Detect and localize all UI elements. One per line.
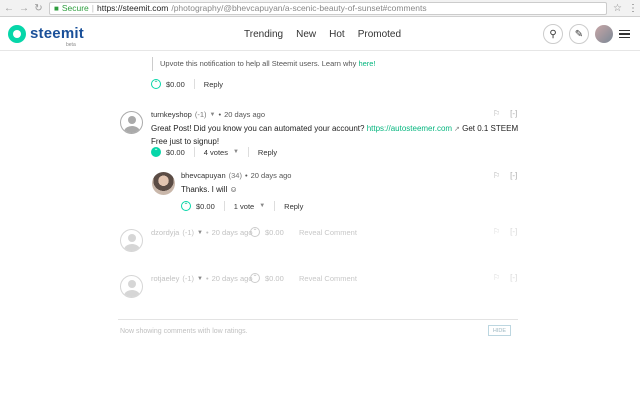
comment-tools: ⚐ [-] — [493, 273, 517, 282]
author-name[interactable]: dzordyja — [151, 228, 179, 237]
lock-icon: ■ — [54, 3, 59, 13]
pencil-icon[interactable]: ✎ — [569, 24, 589, 44]
bookmark-star-icon[interactable]: ☆ — [613, 3, 622, 14]
comment-body: Great Post! Did you know you can automat… — [151, 124, 519, 146]
notification-text: Upvote this notification to help all Ste… — [152, 57, 376, 71]
timestamp[interactable]: 20 days ago — [224, 110, 265, 119]
timestamp[interactable]: 20 days ago — [251, 171, 292, 180]
comment-header: turnkeyshop (-1) ▼ • 20 days ago — [151, 110, 265, 119]
main-nav: Trending New Hot Promoted — [244, 17, 401, 51]
reputation: (34) — [228, 171, 242, 180]
steemit-logo[interactable]: steemit — [8, 24, 84, 43]
notice-vote-row: ⌃ $0.00 Reply — [151, 79, 223, 89]
comment-vote-row: ⌃ $0.00 4 votes ▼ Reply — [151, 147, 277, 157]
votes-count[interactable]: 1 vote — [234, 202, 254, 211]
payout[interactable]: $0.00 — [166, 148, 185, 157]
address-bar[interactable]: ■ Secure | https://steemit.com/photograp… — [49, 1, 608, 15]
nav-trending[interactable]: Trending — [244, 29, 283, 40]
user-avatar[interactable] — [595, 25, 613, 43]
chevron-down-icon[interactable]: ▼ — [197, 230, 203, 236]
hamburger-menu-icon[interactable] — [619, 29, 630, 39]
comment-vote-row: ⌃ $0.00 1 vote ▼ Reply — [181, 201, 303, 211]
author-name[interactable]: bhevcapuyan — [181, 171, 226, 180]
avatar[interactable] — [120, 275, 143, 298]
url-path: /photography/@bhevcapuyan/a-scenic-beaut… — [171, 3, 427, 13]
payout[interactable]: $0.00 — [166, 80, 185, 89]
comment-tools: ⚐ [-] — [493, 171, 517, 180]
chevron-down-icon[interactable]: ▼ — [259, 203, 265, 209]
logo-text: steemit — [30, 25, 84, 42]
chevron-down-icon[interactable]: ▼ — [197, 276, 203, 282]
back-icon[interactable]: ← — [4, 3, 14, 14]
chevron-down-icon[interactable]: ▼ — [210, 112, 216, 118]
divider — [118, 319, 518, 320]
steemit-logo-icon — [8, 24, 26, 43]
author-name[interactable]: turnkeyshop — [151, 110, 192, 119]
site-header: steemit beta Trending New Hot Promoted ⚲… — [0, 17, 640, 51]
payout[interactable]: $0.00 — [196, 202, 215, 211]
flag-icon[interactable]: ⚐ — [493, 227, 500, 236]
payout[interactable]: $0.00 — [265, 228, 284, 237]
comments-section: Upvote this notification to help all Ste… — [0, 51, 640, 402]
chevron-down-icon[interactable]: ▼ — [233, 149, 239, 155]
comment-header: dzordyja (-1) ▼ • 20 days ago — [151, 228, 253, 237]
flag-icon[interactable]: ⚐ — [493, 273, 500, 282]
comment-tools: ⚐ [-] — [493, 227, 517, 236]
comment-body: Thanks. I will ☺ — [181, 185, 238, 194]
reputation: (-1) — [194, 110, 207, 119]
header-actions: ⚲ ✎ — [543, 24, 630, 44]
reply-link[interactable]: Reply — [284, 202, 303, 211]
learn-why-link[interactable]: here! — [358, 59, 375, 68]
nav-hot[interactable]: Hot — [329, 29, 345, 40]
external-link-icon: ↗ — [452, 126, 460, 133]
upvote-icon[interactable]: ⌃ — [250, 273, 260, 283]
forward-icon[interactable]: → — [19, 3, 29, 14]
payout[interactable]: $0.00 — [265, 274, 284, 283]
hide-button[interactable]: HIDE — [488, 325, 511, 336]
secure-label: Secure — [61, 3, 89, 13]
browser-menu-icon[interactable]: ⋮ — [628, 3, 638, 14]
reputation: (-1) — [182, 228, 195, 237]
reply-link[interactable]: Reply — [258, 148, 277, 157]
nav-new[interactable]: New — [296, 29, 316, 40]
collapse-toggle[interactable]: [-] — [510, 109, 517, 118]
reveal-comment-link[interactable]: Reveal Comment — [299, 228, 357, 237]
logo-beta: beta — [66, 42, 76, 48]
reputation: (-1) — [182, 274, 195, 283]
avatar[interactable] — [120, 111, 143, 134]
collapse-toggle[interactable]: [-] — [510, 171, 517, 180]
collapse-toggle[interactable]: [-] — [510, 227, 517, 236]
reload-icon[interactable]: ↻ — [34, 3, 43, 14]
reply-link[interactable]: Reply — [204, 80, 223, 89]
nav-promoted[interactable]: Promoted — [358, 29, 401, 40]
author-name[interactable]: rotjaeley — [151, 274, 179, 283]
flag-icon[interactable]: ⚐ — [493, 109, 500, 118]
upvote-icon[interactable]: ⌃ — [151, 147, 161, 157]
low-ratings-notice: Now showing comments with low ratings. — [120, 328, 248, 335]
search-icon[interactable]: ⚲ — [543, 24, 563, 44]
reveal-comment-link[interactable]: Reveal Comment — [299, 274, 357, 283]
comment-vote-row: ⌃ $0.00 — [250, 273, 284, 283]
upvote-icon[interactable]: ⌃ — [151, 79, 161, 89]
browser-toolbar: ← → ↻ ■ Secure | https://steemit.com/pho… — [0, 0, 640, 17]
avatar[interactable] — [152, 172, 175, 195]
timestamp[interactable]: 20 days ago — [212, 228, 253, 237]
collapse-toggle[interactable]: [-] — [510, 273, 517, 282]
upvote-icon[interactable]: ⌃ — [181, 201, 191, 211]
comment-header: bhevcapuyan (34) • 20 days ago — [181, 171, 292, 180]
autosteemer-link[interactable]: https://autosteemer.com — [367, 124, 452, 133]
comment-vote-row: ⌃ $0.00 — [250, 227, 284, 237]
timestamp[interactable]: 20 days ago — [212, 274, 253, 283]
comment-tools: ⚐ [-] — [493, 109, 517, 118]
comment-header: rotjaeley (-1) ▼ • 20 days ago — [151, 274, 253, 283]
upvote-icon[interactable]: ⌃ — [250, 227, 260, 237]
avatar[interactable] — [120, 229, 143, 252]
flag-icon[interactable]: ⚐ — [493, 171, 500, 180]
url-host: https://steemit.com — [97, 3, 169, 13]
votes-count[interactable]: 4 votes — [204, 148, 228, 157]
